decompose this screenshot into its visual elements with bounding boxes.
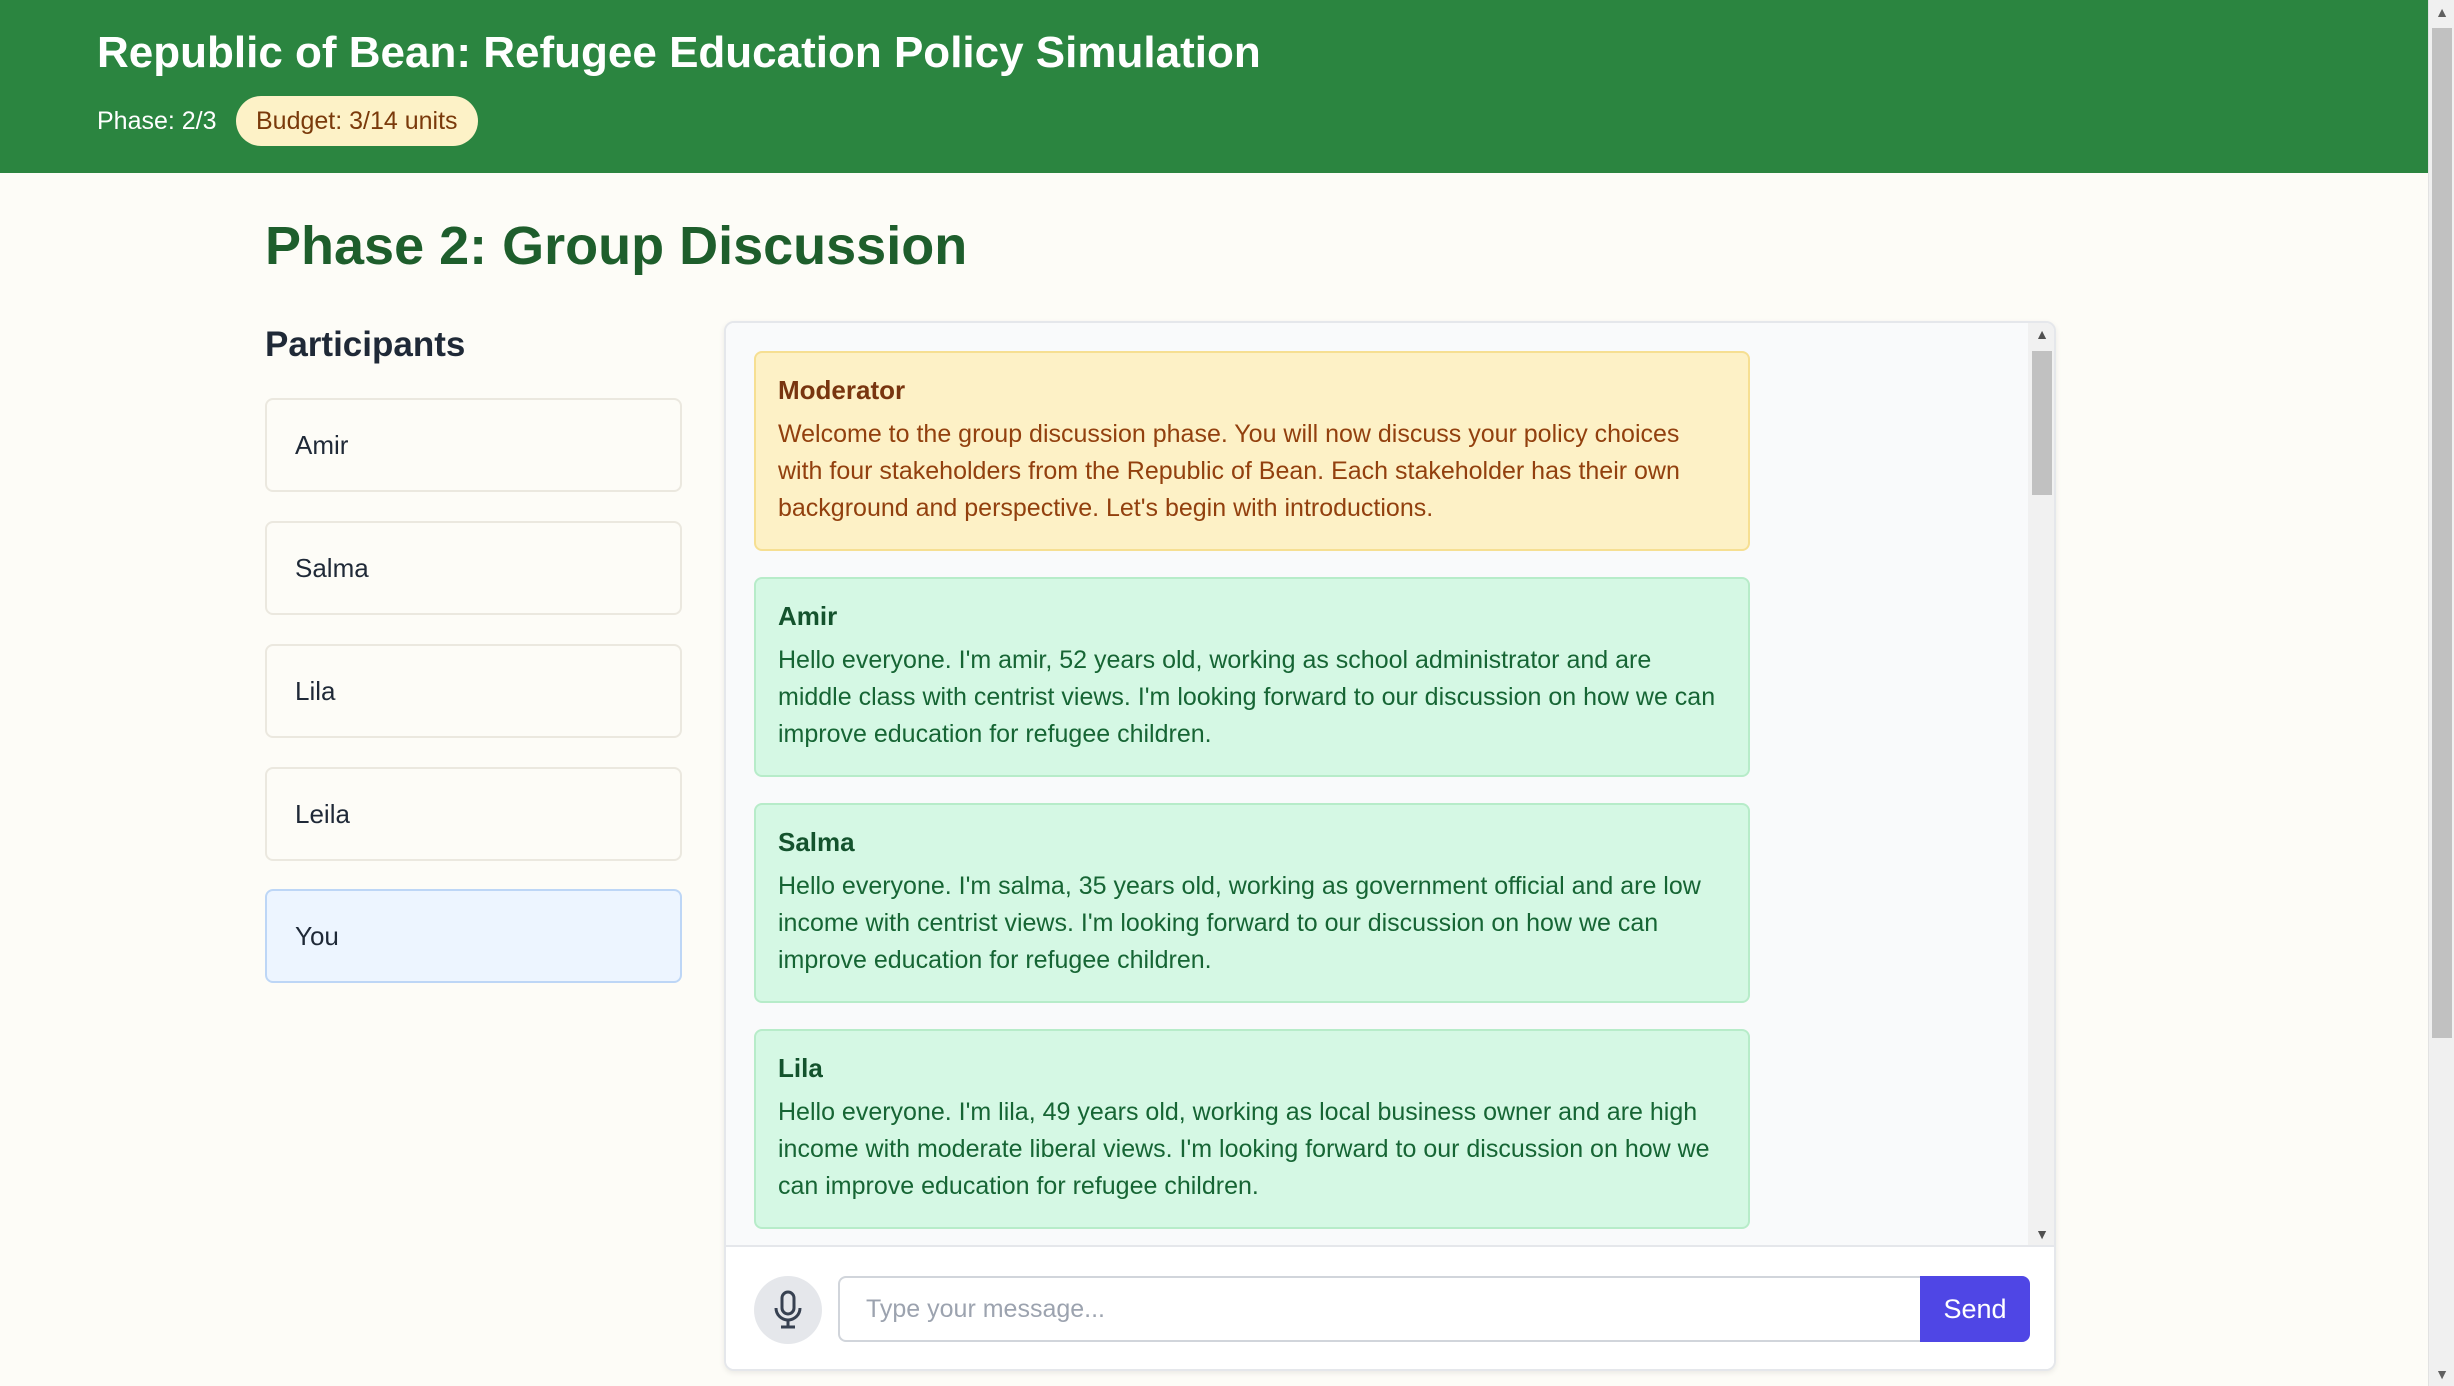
- app-title: Republic of Bean: Refugee Education Poli…: [97, 28, 1261, 77]
- chat-panel: Moderator Welcome to the group discussio…: [724, 321, 2056, 1371]
- participant-leila[interactable]: Leila: [265, 767, 682, 861]
- chat-message: Moderator Welcome to the group discussio…: [754, 351, 1750, 551]
- page-title: Phase 2: Group Discussion: [265, 216, 968, 276]
- window-scrollbar-thumb[interactable]: [2432, 28, 2452, 1038]
- scroll-down-arrow-icon[interactable]: ▼: [2429, 1362, 2454, 1386]
- app-header: Republic of Bean: Refugee Education Poli…: [0, 0, 2428, 173]
- message-text: Hello everyone. I'm salma, 35 years old,…: [778, 872, 1701, 974]
- chat-scrollbar[interactable]: ▲ ▼: [2028, 323, 2054, 1245]
- chat-scroll-down-icon[interactable]: ▼: [2028, 1223, 2054, 1245]
- participant-you[interactable]: You: [265, 889, 682, 983]
- send-button[interactable]: Send: [1920, 1276, 2030, 1342]
- message-speaker: Amir: [778, 601, 838, 631]
- chat-message: Salma Hello everyone. I'm salma, 35 year…: [754, 803, 1750, 1003]
- message-speaker: Lila: [778, 1053, 823, 1083]
- message-text: Hello everyone. I'm amir, 52 years old, …: [778, 646, 1716, 748]
- message-input[interactable]: [838, 1276, 1920, 1342]
- participant-salma[interactable]: Salma: [265, 521, 682, 615]
- message-speaker: Moderator: [778, 375, 906, 405]
- participant-lila[interactable]: Lila: [265, 644, 682, 738]
- participant-amir[interactable]: Amir: [265, 398, 682, 492]
- message-text: Welcome to the group discussion phase. Y…: [778, 420, 1680, 522]
- window-scrollbar[interactable]: ▲ ▼: [2428, 0, 2454, 1386]
- participants-heading: Participants: [265, 325, 466, 364]
- budget-badge: Budget: 3/14 units: [236, 96, 478, 146]
- chat-scrollbar-thumb[interactable]: [2032, 351, 2052, 495]
- microphone-icon: [774, 1290, 802, 1329]
- microphone-button[interactable]: [754, 1276, 822, 1344]
- chat-message: Lila Hello everyone. I'm lila, 49 years …: [754, 1029, 1750, 1229]
- scroll-up-arrow-icon[interactable]: ▲: [2429, 0, 2454, 24]
- message-composer: Send: [726, 1245, 2054, 1369]
- chat-scroll-up-icon[interactable]: ▲: [2028, 323, 2054, 345]
- message-text: Hello everyone. I'm lila, 49 years old, …: [778, 1098, 1710, 1200]
- chat-message: Amir Hello everyone. I'm amir, 52 years …: [754, 577, 1750, 777]
- message-speaker: Salma: [778, 827, 855, 857]
- phase-indicator: Phase: 2/3: [97, 107, 217, 135]
- message-list[interactable]: Moderator Welcome to the group discussio…: [726, 323, 2028, 1245]
